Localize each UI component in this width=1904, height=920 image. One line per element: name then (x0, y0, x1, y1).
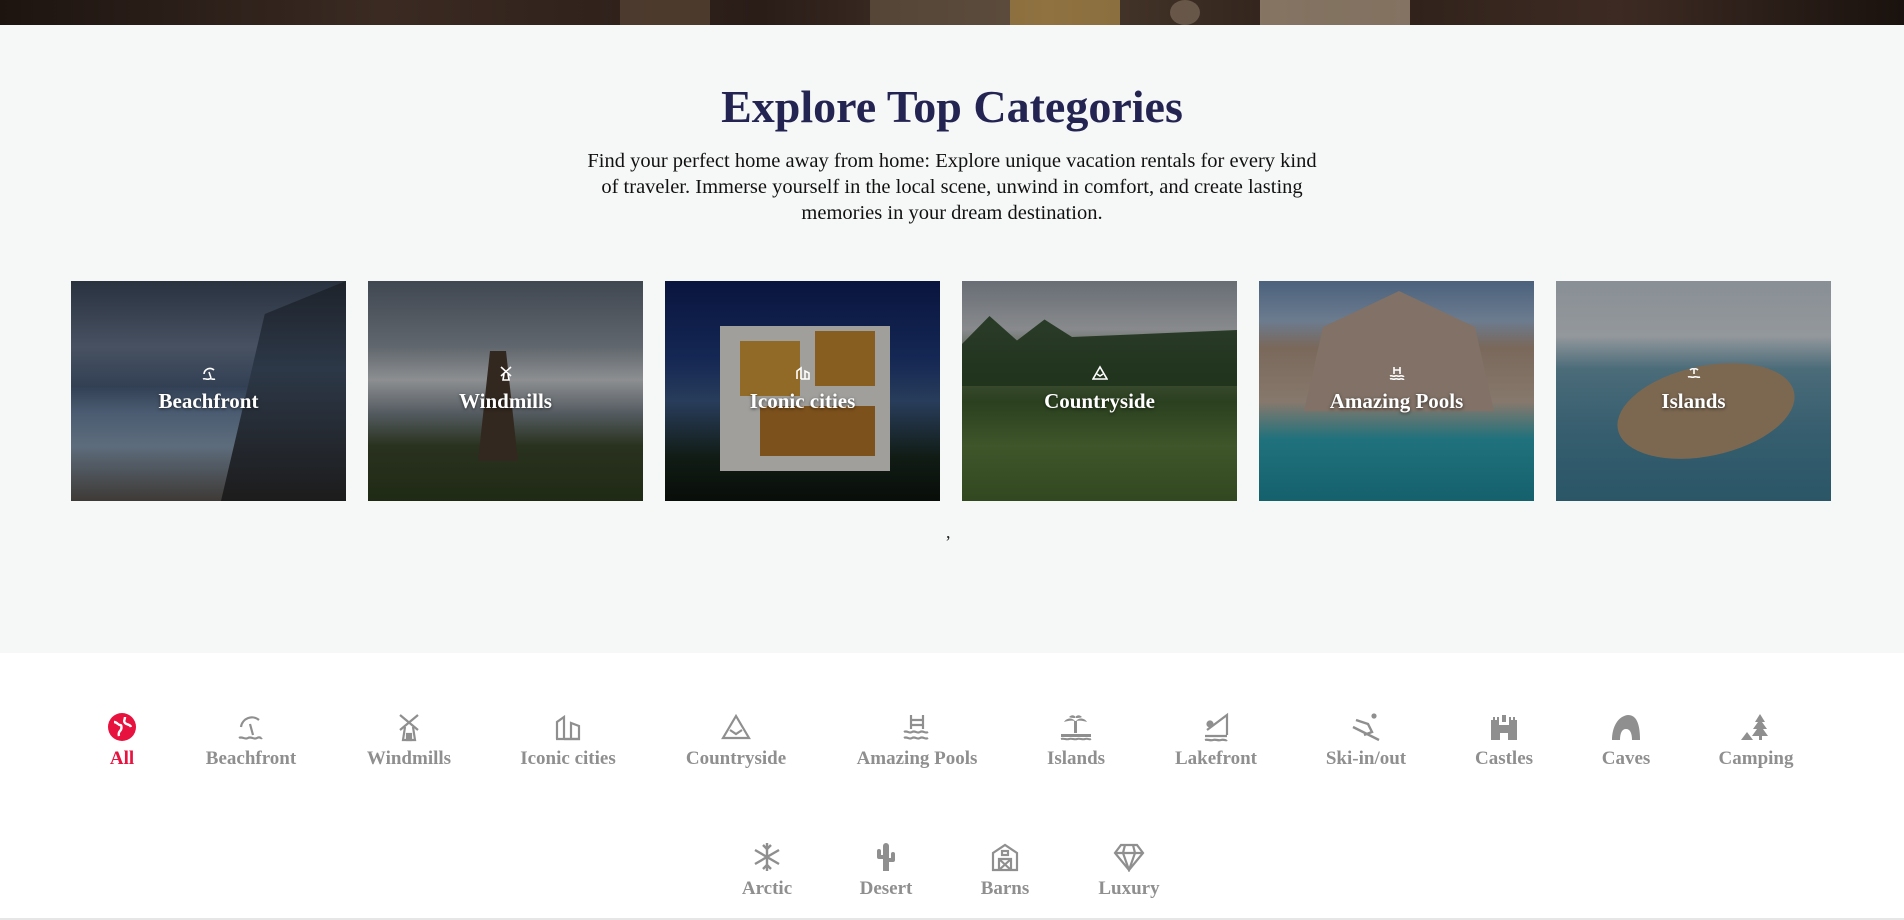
category-card-beachfront[interactable]: Beachfront (71, 281, 346, 501)
category-card-islands[interactable]: Islands (1556, 281, 1831, 501)
section-title: Explore Top Categories (721, 81, 1183, 132)
category-label: Castles (1474, 748, 1534, 769)
category-card-countryside[interactable]: Countryside (962, 281, 1237, 501)
cave-icon (1556, 708, 1696, 742)
category-label: Countryside (685, 748, 787, 769)
island-icon (1006, 708, 1146, 742)
barn-icon (935, 838, 1075, 872)
category-countryside[interactable]: Countryside (666, 708, 806, 770)
card-label: Amazing Pools (1329, 389, 1464, 413)
card-label: Windmills (459, 389, 552, 413)
mountain-icon (962, 365, 1237, 381)
diamond-icon (1059, 838, 1199, 872)
globe-icon (52, 708, 192, 742)
card-label: Countryside (1044, 389, 1155, 413)
card-label: Iconic cities (749, 389, 856, 413)
category-amazing-pools[interactable]: Amazing Pools (847, 708, 987, 770)
category-lakefront[interactable]: Lakefront (1146, 708, 1286, 770)
category-card-iconic-cities[interactable]: Iconic cities (665, 281, 940, 501)
beach-icon (181, 708, 321, 742)
category-label: Luxury (1098, 878, 1160, 899)
pool-icon (1259, 365, 1534, 381)
category-label: Caves (1601, 748, 1651, 769)
section-description: Find your perfect home away from home: E… (587, 150, 1317, 224)
fishing-icon (1146, 708, 1286, 742)
category-card-windmills[interactable]: Windmills (368, 281, 643, 501)
category-label: Amazing Pools (856, 748, 978, 769)
skiing-icon (1296, 708, 1436, 742)
city-icon (665, 365, 940, 381)
category-label: Camping (1718, 748, 1794, 769)
category-label: Windmills (366, 748, 452, 769)
category-label: Lakefront (1175, 748, 1257, 769)
category-card-amazing-pools[interactable]: Amazing Pools (1259, 281, 1534, 501)
island-icon (1556, 365, 1831, 381)
beach-icon (71, 365, 346, 381)
category-label: Barns (980, 878, 1030, 899)
separator-text: , (946, 522, 951, 542)
windmill-icon (368, 365, 643, 381)
category-label: All (109, 748, 135, 769)
pool-icon (847, 708, 987, 742)
category-barns[interactable]: Barns (935, 838, 1075, 900)
category-all[interactable]: All (52, 708, 192, 770)
category-beachfront[interactable]: Beachfront (181, 708, 321, 770)
category-camping[interactable]: Camping (1686, 708, 1826, 770)
windmill-icon (339, 708, 479, 742)
city-icon (498, 708, 638, 742)
category-label: Ski-in/out (1325, 748, 1407, 769)
card-label: Beachfront (158, 389, 259, 413)
hero-image-strip (0, 0, 1904, 25)
category-luxury[interactable]: Luxury (1059, 838, 1199, 900)
castle-icon (1434, 708, 1574, 742)
category-label: Iconic cities (520, 748, 616, 769)
category-castles[interactable]: Castles (1434, 708, 1574, 770)
category-ski-in-out[interactable]: Ski-in/out (1296, 708, 1436, 770)
card-label: Islands (1661, 389, 1726, 413)
category-label: Islands (1046, 748, 1106, 769)
category-islands[interactable]: Islands (1006, 708, 1146, 770)
category-windmills[interactable]: Windmills (339, 708, 479, 770)
camping-icon (1686, 708, 1826, 742)
mountain-icon (666, 708, 806, 742)
category-label: Beachfront (205, 748, 297, 769)
category-caves[interactable]: Caves (1556, 708, 1696, 770)
category-iconic-cities[interactable]: Iconic cities (498, 708, 638, 770)
